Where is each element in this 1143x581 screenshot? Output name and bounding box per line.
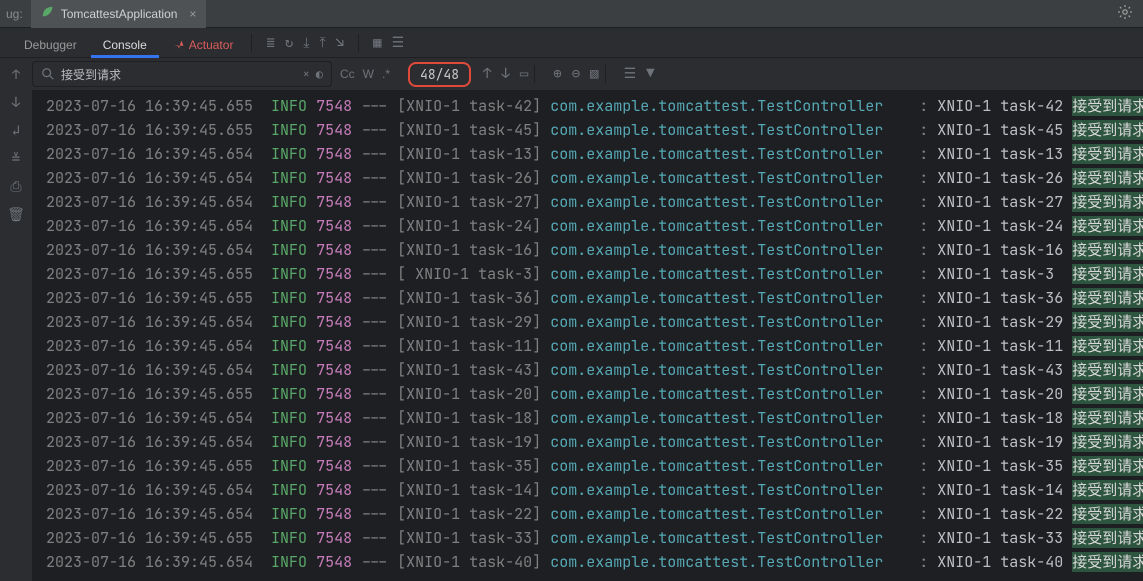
- download-icon[interactable]: ⤓: [303, 34, 309, 52]
- log-line: 2023-07-16 16:39:45.654 INFO 7548 --- [X…: [32, 406, 1143, 430]
- tab-actuator-label: Actuator: [189, 38, 234, 52]
- export-icon[interactable]: ☰: [624, 65, 637, 83]
- log-line: 2023-07-16 16:39:45.654 INFO 7548 --- [X…: [32, 190, 1143, 214]
- select-occurrences-icon[interactable]: ▧: [590, 65, 598, 83]
- close-tab-icon[interactable]: ×: [189, 7, 196, 21]
- regex-toggle[interactable]: .*: [382, 67, 390, 81]
- tab-actuator[interactable]: Actuator: [161, 32, 246, 58]
- scroll-up-icon[interactable]: ↑: [12, 66, 20, 83]
- tab-console[interactable]: Console: [91, 32, 159, 58]
- step-icon[interactable]: ↘: [336, 34, 344, 52]
- upload-icon[interactable]: ⤒: [320, 34, 326, 52]
- run-window-tabstrip: ug: TomcattestApplication ×: [0, 0, 1143, 28]
- select-all-icon[interactable]: ▭: [520, 65, 528, 83]
- search-history-icon[interactable]: ◐: [316, 66, 323, 82]
- scroll-to-end-icon[interactable]: ≚: [12, 150, 20, 168]
- filter-icon[interactable]: ▼: [646, 65, 654, 83]
- log-line: 2023-07-16 16:39:45.654 INFO 7548 --- [X…: [32, 334, 1143, 358]
- run-config-tab[interactable]: TomcattestApplication ×: [31, 0, 207, 28]
- log-line: 2023-07-16 16:39:45.654 INFO 7548 --- [X…: [32, 502, 1143, 526]
- layout-icon[interactable]: ▦: [373, 34, 381, 52]
- settings-icon[interactable]: ☰: [392, 34, 405, 52]
- match-case-toggle[interactable]: Cc: [340, 67, 355, 81]
- log-line: 2023-07-16 16:39:45.655 INFO 7548 --- [X…: [32, 94, 1143, 118]
- clear-search-icon[interactable]: ×: [303, 66, 310, 82]
- log-line: 2023-07-16 16:39:45.655 INFO 7548 --- [X…: [32, 118, 1143, 142]
- log-line: 2023-07-16 16:39:45.654 INFO 7548 --- [X…: [32, 166, 1143, 190]
- log-line: 2023-07-16 16:39:45.654 INFO 7548 --- [X…: [32, 214, 1143, 238]
- log-line: 2023-07-16 16:39:45.655 INFO 7548 --- [X…: [32, 382, 1143, 406]
- log-line: 2023-07-16 16:39:45.654 INFO 7548 --- [X…: [32, 238, 1143, 262]
- soft-wrap-icon[interactable]: ↲: [12, 122, 20, 140]
- rerun-icon[interactable]: ↻: [285, 34, 293, 52]
- console-find-bar: ↑ × ◐ Cc W .* 48/48 ↑ ↓ ▭ ⊕ ⊖ ▧ ☰ ▼: [0, 58, 1143, 90]
- search-icon: [41, 67, 55, 81]
- run-config-tab-title: TomcattestApplication: [61, 7, 178, 21]
- console-side-toolbar: ↓ ↲ ≚ ⎙ 🗑: [0, 90, 32, 581]
- spring-leaf-icon: [41, 5, 55, 22]
- search-input[interactable]: [61, 66, 297, 82]
- show-toolbar-icon[interactable]: ≣: [266, 34, 274, 52]
- tool-window-toolbar: Debugger Console Actuator ≣ ↻ ⤓ ⤒ ↘ ▦ ☰: [0, 28, 1143, 58]
- gear-icon[interactable]: [1117, 4, 1133, 24]
- console-output[interactable]: 2023-07-16 16:39:45.655 INFO 7548 --- [X…: [32, 90, 1143, 581]
- log-line: 2023-07-16 16:39:45.655 INFO 7548 --- [X…: [32, 286, 1143, 310]
- print-icon[interactable]: ⎙: [10, 178, 21, 196]
- log-line: 2023-07-16 16:39:45.655 INFO 7548 --- [X…: [32, 454, 1143, 478]
- next-match-icon[interactable]: ↓: [501, 65, 509, 83]
- log-line: 2023-07-16 16:39:45.654 INFO 7548 --- [X…: [32, 310, 1143, 334]
- prev-match-icon[interactable]: ↑: [483, 65, 491, 83]
- log-line: 2023-07-16 16:39:45.654 INFO 7548 --- [X…: [32, 142, 1143, 166]
- add-selection-icon[interactable]: ⊕: [553, 65, 561, 83]
- log-line: 2023-07-16 16:39:45.654 INFO 7548 --- [X…: [32, 430, 1143, 454]
- remove-selection-icon[interactable]: ⊖: [572, 65, 580, 83]
- log-line: 2023-07-16 16:39:45.655 INFO 7548 --- [X…: [32, 526, 1143, 550]
- log-line: 2023-07-16 16:39:45.655 INFO 7548 --- [ …: [32, 262, 1143, 286]
- log-line: 2023-07-16 16:39:45.654 INFO 7548 --- [X…: [32, 358, 1143, 382]
- tab-debugger[interactable]: Debugger: [12, 32, 89, 58]
- words-toggle[interactable]: W: [363, 67, 374, 81]
- search-box[interactable]: × ◐: [32, 61, 332, 87]
- match-count-badge: 48/48: [408, 62, 471, 87]
- log-line: 2023-07-16 16:39:45.654 INFO 7548 --- [X…: [32, 478, 1143, 502]
- scroll-down-icon[interactable]: ↓: [12, 94, 20, 112]
- actuator-icon: [173, 39, 185, 51]
- clear-all-icon[interactable]: 🗑: [7, 206, 25, 224]
- debug-label: ug:: [6, 7, 23, 21]
- log-line: 2023-07-16 16:39:45.654 INFO 7548 --- [X…: [32, 550, 1143, 574]
